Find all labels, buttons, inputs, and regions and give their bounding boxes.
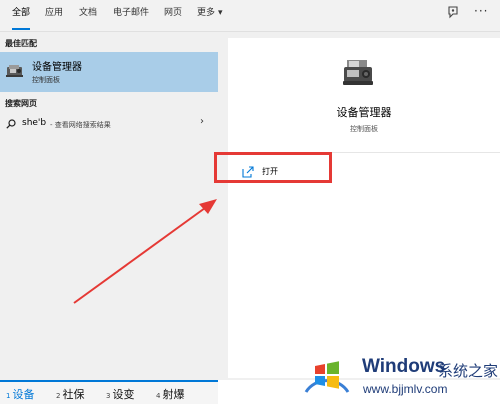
watermark-url: www.bjjmlv.com [363, 382, 448, 396]
tab-web[interactable]: 网页 [164, 0, 182, 32]
ime-candidate-3[interactable]: 3 设变 [106, 386, 134, 402]
best-match-title: 设备管理器 [32, 62, 82, 73]
feedback-icon[interactable] [446, 6, 460, 20]
watermark-brand: Windows [362, 356, 446, 377]
best-match-item-device-manager[interactable]: 设备管理器 控制面板 [0, 52, 218, 92]
ime-candidate-4[interactable]: 4 射爆 [156, 386, 184, 402]
annotation-highlight-box [214, 152, 332, 183]
device-manager-icon [6, 65, 23, 77]
chevron-down-icon[interactable]: ▾ [218, 8, 223, 18]
web-search-suffix: - 查看网络搜索结果 [50, 121, 111, 129]
tab-all[interactable]: 全部 [12, 0, 31, 32]
chevron-right-icon[interactable]: › [200, 116, 204, 127]
device-manager-large-icon [343, 60, 373, 85]
ime-candidate-bar: 1 设备 2 社保 3 设变 4 射爆 [0, 380, 218, 404]
web-search-heading: 搜索网页 [5, 99, 37, 108]
best-match-subtitle: 控制面板 [32, 76, 60, 84]
ime-candidate-1[interactable]: 1 设备 [6, 386, 34, 402]
preview-title: 设备管理器 [336, 106, 392, 119]
web-search-result[interactable]: she'b - 查看网络搜索结果 › [0, 114, 218, 136]
results-pane: 最佳匹配 设备管理器 控制面板 搜索网页 she'b - 查看网络搜索结果 › [0, 32, 218, 404]
preview-pane: 设备管理器 控制面板 打开 [228, 38, 500, 378]
tab-apps[interactable]: 应用 [45, 0, 63, 32]
search-filter-bar: 全部 应用 文档 电子邮件 网页 更多 ▾ ··· [0, 0, 500, 32]
preview-subtitle: 控制面板 [350, 125, 378, 133]
web-search-query: she'b [22, 118, 47, 128]
watermark-subtitle: 系统之家 [438, 362, 499, 380]
ime-candidate-2[interactable]: 2 社保 [56, 386, 84, 402]
search-icon [6, 119, 16, 129]
tab-documents[interactable]: 文档 [79, 0, 97, 32]
best-match-heading: 最佳匹配 [5, 39, 37, 48]
tab-more[interactable]: 更多 [197, 0, 215, 32]
more-options-icon[interactable]: ··· [474, 4, 488, 18]
tab-email[interactable]: 电子邮件 [113, 0, 149, 32]
windows-logo-watermark-icon [304, 361, 350, 393]
